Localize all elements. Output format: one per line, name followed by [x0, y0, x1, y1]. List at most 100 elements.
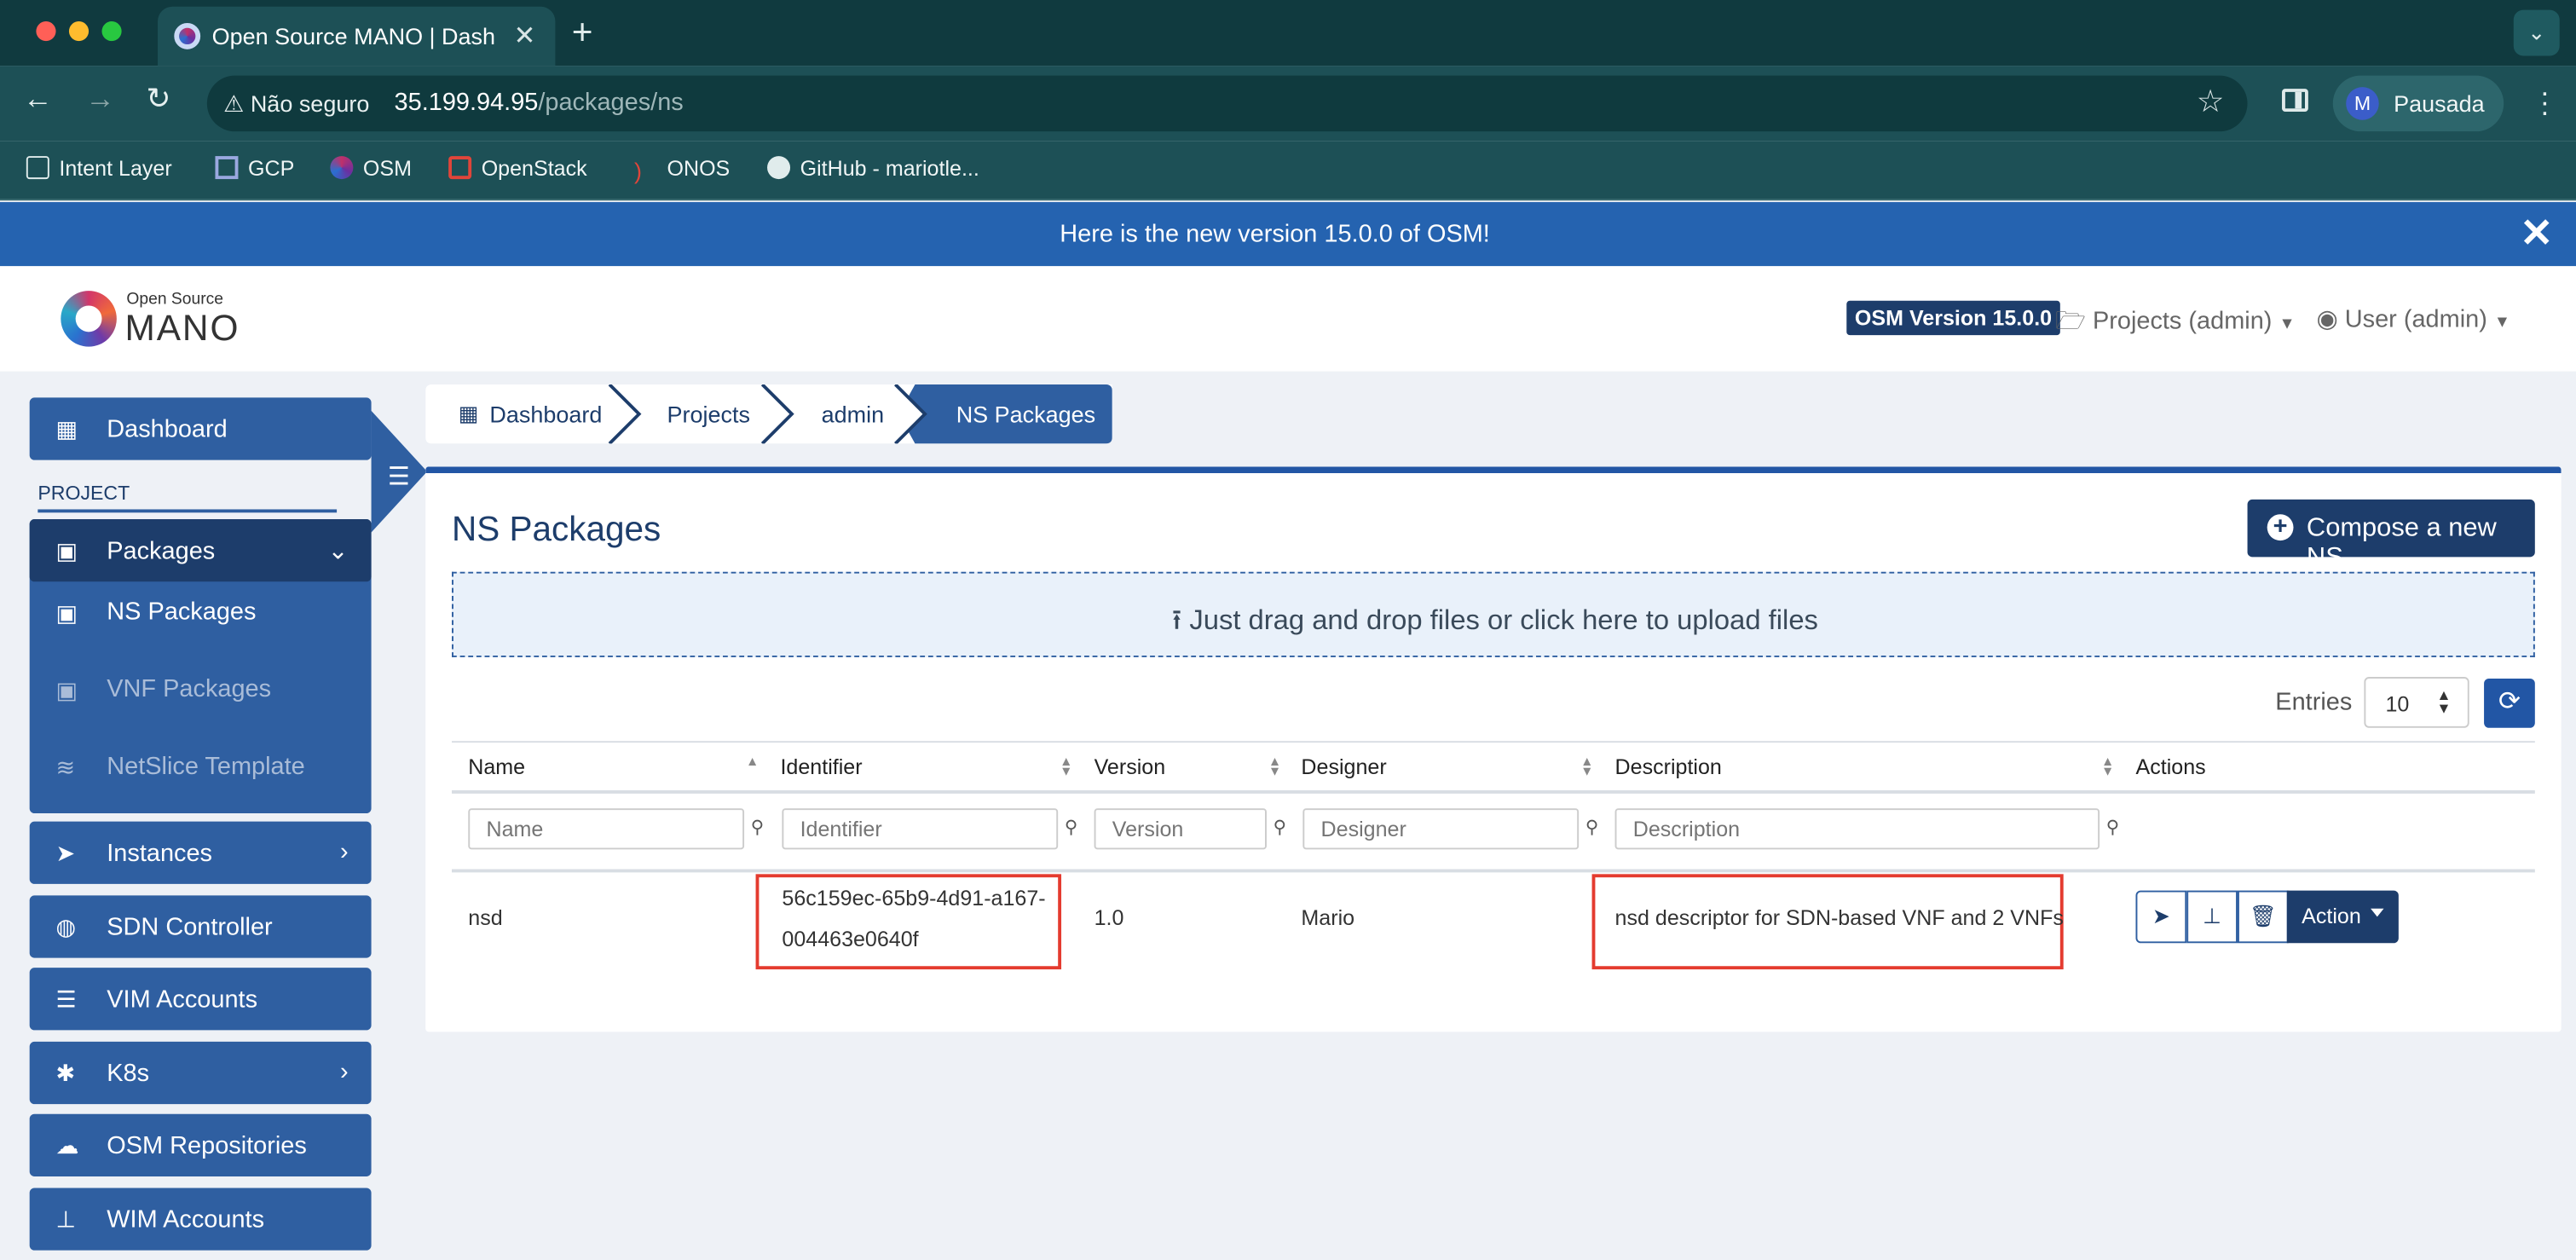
version-filter-input[interactable] [1094, 808, 1267, 850]
security-indicator[interactable]: ⚠ Não seguro [223, 90, 369, 118]
sidebar-item-netslice-template[interactable]: ≋ NetSlice Template [30, 733, 372, 811]
osm-logo-icon[interactable] [61, 291, 117, 347]
projects-dropdown[interactable]: 🗁 Projects (admin) ▼ [2055, 304, 2296, 345]
designer-filter-input[interactable] [1302, 808, 1580, 850]
row-identifier-line2: 004463e0640f [782, 926, 919, 951]
chevron-right-icon: › [339, 837, 349, 866]
action-dropdown-button[interactable]: Action [2286, 890, 2399, 944]
breadcrumb-dashboard[interactable]: Dashboard [489, 401, 602, 427]
boxes-icon: ▣ [55, 599, 78, 627]
compose-ns-button[interactable]: + Compose a new NS [2247, 499, 2535, 572]
delete-button[interactable]: 🗑 [2237, 890, 2289, 944]
bookmark-openstack[interactable]: OpenStack [448, 156, 587, 181]
upload-dropzone[interactable]: ⭱ Just drag and drop files or click here… [452, 571, 2535, 657]
back-arrow-icon[interactable]: ← [23, 82, 53, 116]
column-header-actions: Actions [2135, 754, 2206, 779]
column-header-description[interactable]: Description [1615, 754, 1722, 779]
sidebar-item-ns-packages[interactable]: ▣ NS Packages [30, 578, 372, 656]
bookmark-onos[interactable]: ) ONOS [634, 156, 730, 182]
refresh-button[interactable]: ⟳ [2484, 678, 2535, 728]
tab-search-icon[interactable]: ⌄ [2513, 9, 2560, 56]
breadcrumb-projects[interactable]: Projects [667, 401, 749, 427]
breadcrumb-ns-packages: NS Packages [956, 401, 1096, 428]
close-icon[interactable]: ✕ [2520, 211, 2553, 258]
server-icon: ☰ [55, 985, 77, 1013]
identifier-filter-input[interactable] [782, 808, 1059, 850]
bookmark-osm[interactable]: OSM [330, 156, 412, 181]
menu-icon[interactable]: ☰ [388, 462, 410, 491]
openstack-icon [448, 156, 472, 180]
sidebar-item-dashboard[interactable]: ▦ Dashboard [29, 397, 372, 460]
sort-icon[interactable]: ▲ ▼ [1268, 755, 1281, 778]
logo-subtitle: Open Source [126, 291, 223, 309]
caret-down-icon: ▼ [2279, 315, 2296, 334]
sort-icon[interactable]: ▲ ▼ [2101, 755, 2114, 778]
header-divider [452, 790, 2535, 794]
new-tab-icon[interactable]: + [572, 11, 593, 54]
row-identifier-line1: 56c159ec-65b9-4d91-a167- [782, 885, 1046, 910]
bookmark-intent-layer[interactable]: Intent Layer [26, 156, 172, 181]
sidebar-item-packages[interactable]: ▣ Packages ⌄ [29, 519, 372, 582]
bookmark-star-icon[interactable]: ☆ [2197, 84, 2225, 121]
minimize-window-button[interactable] [68, 21, 90, 42]
profile-button[interactable]: M Pausada [2332, 75, 2504, 132]
close-window-button[interactable] [36, 21, 56, 42]
search-icon: ⚲ [750, 818, 765, 838]
update-banner: Here is the new version 15.0.0 of OSM! ✕ [0, 202, 2576, 267]
refresh-icon: ⟳ [2498, 688, 2521, 717]
avatar: M [2346, 87, 2379, 120]
name-filter-input[interactable] [468, 808, 745, 850]
sort-icon[interactable]: ▲ ▼ [1580, 755, 1593, 778]
maximize-window-button[interactable] [101, 21, 122, 42]
dropzone-label: Just drag and drop files or click here t… [1189, 604, 1818, 636]
reload-icon[interactable]: ↻ [147, 82, 171, 116]
breadcrumb-admin[interactable]: admin [822, 401, 885, 427]
folder-open-icon: 🗁 [2055, 307, 2086, 336]
search-icon: ⚲ [1273, 818, 1287, 838]
bookmark-github[interactable]: GitHub - mariotle... [767, 156, 979, 181]
trash-icon: 🗑 [2249, 904, 2277, 928]
paper-plane-icon: ➤ [2151, 904, 2170, 928]
column-header-designer[interactable]: Designer [1301, 754, 1386, 779]
chevron-down-icon: ⌄ [327, 537, 349, 565]
column-header-name[interactable]: Name [468, 754, 525, 779]
caret-down-icon [2371, 908, 2384, 917]
search-icon: ⚲ [1064, 818, 1078, 838]
sidebar-item-wim-accounts[interactable]: ⊥ WIM Accounts [29, 1188, 372, 1251]
entries-select[interactable]: 10 ▲ ▼ [2364, 677, 2469, 728]
address-bar[interactable]: ⚠ Não seguro 35.199.94.95/packages/ns ☆ [206, 75, 2248, 132]
forward-arrow-icon[interactable]: → [85, 82, 115, 116]
osm-icon [330, 156, 354, 180]
browser-tab[interactable]: Open Source MANO | Dashboard ✕ [158, 6, 556, 66]
sort-asc-icon[interactable]: ▲ [746, 755, 759, 768]
sidebar-item-k8s[interactable]: ✱ K8s › [29, 1041, 372, 1105]
search-icon: ⚲ [2105, 818, 2120, 838]
sidebar-item-vim-accounts[interactable]: ☰ VIM Accounts [29, 968, 372, 1031]
sidebar-item-instances[interactable]: ➤ Instances › [29, 821, 372, 884]
column-header-version[interactable]: Version [1095, 754, 1166, 779]
paper-plane-icon: ➤ [55, 839, 76, 866]
instantiate-button[interactable]: ➤ [2135, 890, 2187, 944]
sort-icon[interactable]: ▲ ▼ [1060, 755, 1072, 778]
sidebar-item-sdn-controller[interactable]: ◍ SDN Controller [29, 895, 372, 958]
user-dropdown[interactable]: ◉ User (admin) ▼ [2316, 304, 2510, 333]
sidebar-item-osm-repositories[interactable]: ☁ OSM Repositories [29, 1113, 372, 1176]
side-panel-icon[interactable] [2282, 89, 2308, 113]
sidebar-item-vnf-packages[interactable]: ▣ VNF Packages [30, 656, 372, 733]
caret-down-icon: ▼ [2493, 314, 2510, 332]
security-label: Não seguro [250, 90, 370, 117]
chevron-right-icon: › [339, 1058, 349, 1086]
bookmark-gcp[interactable]: GCP [215, 156, 294, 181]
layers-icon: ≋ [55, 754, 76, 781]
show-graph-button[interactable]: ⊥ [2186, 890, 2238, 944]
osm-favicon-icon [174, 22, 201, 49]
dashboard-icon: ▦ [458, 401, 479, 426]
dashboard-icon: ▦ [55, 415, 78, 442]
url-text[interactable]: 35.199.94.95/packages/ns [395, 89, 684, 117]
description-filter-input[interactable] [1614, 808, 2100, 850]
browser-menu-icon[interactable]: · · · [2540, 78, 2550, 127]
close-tab-icon[interactable]: ✕ [513, 20, 535, 53]
app-header: Open Source MANO OSM Version 15.0.0 🗁 Pr… [0, 266, 2576, 372]
column-header-identifier[interactable]: Identifier [780, 754, 862, 779]
tab-title: Open Source MANO | Dashboard [211, 22, 495, 49]
